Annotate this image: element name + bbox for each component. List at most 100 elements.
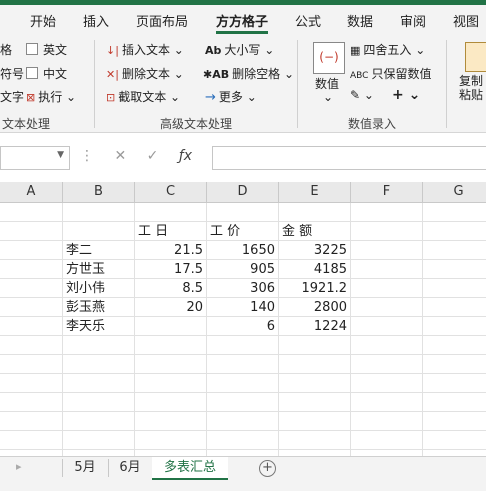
column-header-A[interactable]: A: [0, 182, 63, 203]
group-divider: [297, 40, 298, 128]
group-divider: [446, 40, 447, 128]
case-icon: Ab: [205, 44, 222, 57]
tab-view[interactable]: 视图: [453, 11, 479, 30]
cell-price[interactable]: 1650: [207, 241, 279, 260]
chevron-down-icon: ⌄: [323, 90, 334, 104]
column-header-E[interactable]: E: [279, 182, 351, 203]
function-icon[interactable]: ƒx: [179, 148, 192, 164]
tab-formulas[interactable]: 公式: [295, 11, 321, 30]
execute-icon: ⊠: [26, 91, 36, 104]
more-dots-icon: ⋮: [80, 148, 94, 164]
add-sheet-icon[interactable]: +: [259, 460, 276, 477]
status-bar: [0, 481, 486, 491]
delete-text-label: 删除文本: [121, 67, 170, 81]
execute-label: 执行: [38, 90, 63, 104]
extract-text-icon: ⊡: [106, 91, 116, 104]
extract-text-label: 截取文本: [118, 90, 167, 104]
cell-C-header[interactable]: 工 日: [135, 222, 207, 241]
tab-home[interactable]: 开始: [30, 11, 56, 30]
round-icon: ▦: [350, 44, 361, 57]
sheet-tab-summary[interactable]: 多表汇总: [152, 457, 228, 480]
ribbon-item-symbol[interactable]: 符号: [0, 65, 24, 82]
formula-bar: ▼ ⋮ ✕ ✓ ƒx: [0, 142, 486, 174]
ribbon-item-grid[interactable]: 格: [0, 41, 12, 58]
ribbon-tab-bar: 开始 插入 页面布局 方方格子 公式 数据 审阅 视图: [0, 5, 486, 34]
checkbox-icon: [26, 43, 38, 55]
group-label-advanced-text: 高级文本处理: [160, 117, 233, 131]
delete-text-icon: ✕|: [106, 68, 119, 81]
group-divider: [94, 40, 95, 128]
cell-name[interactable]: 刘小伟: [63, 279, 135, 298]
cell-amount[interactable]: 4185: [279, 260, 351, 279]
formula-bar-icons: ⋮ ✕ ✓ ƒx: [80, 148, 192, 164]
cell-price[interactable]: 306: [207, 279, 279, 298]
checkbox-chinese-label: 中文: [43, 67, 68, 81]
delete-space-label: 删除空格: [232, 67, 281, 81]
sheet-tab-may[interactable]: 5月: [63, 457, 107, 479]
column-header-F[interactable]: F: [351, 182, 423, 203]
cancel-icon[interactable]: ✕: [114, 148, 126, 164]
cell-price[interactable]: 6: [207, 317, 279, 336]
arrow-right-icon: →: [205, 90, 216, 105]
cell-D-header[interactable]: 工 价: [207, 222, 279, 241]
cell-name[interactable]: 李二: [63, 241, 135, 260]
column-header-D[interactable]: D: [207, 182, 279, 203]
spreadsheet-grid: A B C D E F G 工 日 工 价 金 额 李二 21.5 1650 3…: [0, 182, 486, 456]
delete-space-button[interactable]: ✱AB 删除空格 ⌄: [203, 65, 294, 82]
cell-name[interactable]: 彭玉燕: [63, 298, 135, 317]
tab-page-layout[interactable]: 页面布局: [136, 11, 188, 30]
column-header-G[interactable]: G: [423, 182, 486, 203]
tab-insert[interactable]: 插入: [83, 11, 109, 30]
column-header-B[interactable]: B: [63, 182, 135, 203]
add-button[interactable]: + ⌄: [392, 87, 420, 103]
formula-input[interactable]: [212, 146, 486, 170]
checkbox-english[interactable]: 英文: [26, 41, 67, 58]
value-icon: (−): [313, 42, 345, 74]
checkbox-chinese[interactable]: 中文: [26, 65, 67, 82]
cell-price[interactable]: 905: [207, 260, 279, 279]
round-label: 四舍五入: [363, 43, 412, 57]
chevron-down-icon[interactable]: ▼: [57, 150, 64, 160]
case-button[interactable]: Ab 大小写 ⌄: [205, 41, 274, 58]
sheet-tab-june[interactable]: 6月: [109, 457, 151, 479]
tab-data[interactable]: 数据: [347, 11, 373, 30]
checkbox-english-label: 英文: [43, 43, 68, 57]
confirm-icon[interactable]: ✓: [147, 148, 159, 164]
delete-text-button[interactable]: ✕| 删除文本 ⌄: [106, 65, 184, 82]
insert-text-icon: ↓|: [106, 44, 119, 57]
cell-price[interactable]: 140: [207, 298, 279, 317]
scroll-right-icon[interactable]: ▸: [16, 460, 22, 473]
execute-button[interactable]: ⊠ 执行 ⌄: [26, 88, 76, 105]
cell-days[interactable]: 8.5: [135, 279, 207, 298]
edit-icon-button[interactable]: ✎ ⌄: [350, 88, 374, 102]
cell-days[interactable]: [135, 317, 207, 336]
cell-name[interactable]: 李天乐: [63, 317, 135, 336]
tab-review[interactable]: 审阅: [400, 11, 426, 30]
name-box[interactable]: ▼: [0, 146, 70, 170]
insert-text-button[interactable]: ↓| 插入文本 ⌄: [106, 41, 184, 58]
cell-days[interactable]: 21.5: [135, 241, 207, 260]
copy-paste-button[interactable]: 复制粘贴: [459, 74, 486, 102]
ribbon-panel: 格 符号 文字 英文 中文 ⊠ 执行 ⌄ 文本处理 ↓| 插入文本 ⌄ ✕| 删除文本…: [0, 34, 486, 133]
cell-E-header[interactable]: 金 额: [279, 222, 351, 241]
cell-amount[interactable]: 1921.2: [279, 279, 351, 298]
cell-name[interactable]: 方世玉: [63, 260, 135, 279]
cell-amount[interactable]: 3225: [279, 241, 351, 260]
case-label: 大小写: [224, 43, 261, 57]
clipboard-icon: [465, 42, 486, 72]
keep-value-label: 只保留数值: [371, 67, 432, 81]
group-label-text-processing: 文本处理: [2, 117, 51, 131]
sheet-tab-bar: ▸ 5月 6月 多表汇总 +: [0, 456, 486, 481]
extract-text-button[interactable]: ⊡ 截取文本 ⌄: [106, 88, 180, 105]
cell-days[interactable]: 17.5: [135, 260, 207, 279]
column-header-C[interactable]: C: [135, 182, 207, 203]
keep-value-button[interactable]: ABC 只保留数值: [350, 65, 431, 82]
ribbon-item-text[interactable]: 文字: [0, 88, 24, 105]
cell-amount[interactable]: 1224: [279, 317, 351, 336]
round-button[interactable]: ▦ 四舍五入 ⌄: [350, 41, 425, 58]
more-button[interactable]: → 更多 ⌄: [205, 88, 257, 105]
more-label: 更多: [218, 90, 243, 104]
cell-days[interactable]: 20: [135, 298, 207, 317]
cell-amount[interactable]: 2800: [279, 298, 351, 317]
tab-fangfang[interactable]: 方方格子: [216, 11, 268, 30]
